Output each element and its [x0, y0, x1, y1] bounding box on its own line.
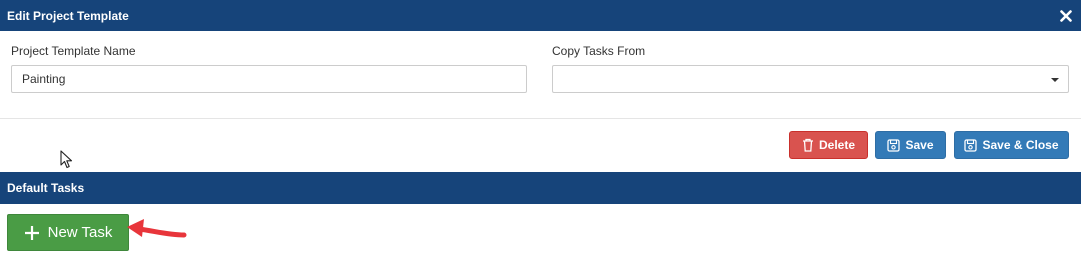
dialog-title: Edit Project Template: [7, 8, 129, 23]
mouse-pointer-icon: [60, 150, 73, 169]
copy-tasks-select[interactable]: [552, 65, 1069, 93]
new-task-label: New Task: [47, 224, 113, 241]
delete-button[interactable]: Delete: [789, 131, 868, 159]
close-icon[interactable]: [1058, 8, 1074, 24]
section-title: Default Tasks: [7, 181, 85, 195]
save-label: Save: [905, 138, 934, 152]
save-close-button[interactable]: Save & Close: [954, 131, 1069, 159]
trash-icon: [802, 138, 813, 152]
dialog-header: Edit Project Template: [0, 0, 1081, 31]
form-divider: [0, 118, 1081, 119]
save-icon: [964, 138, 978, 152]
template-name-input[interactable]: [11, 65, 527, 93]
annotation-arrow-icon: [127, 219, 187, 238]
delete-label: Delete: [818, 138, 856, 152]
save-icon: [887, 138, 901, 152]
save-button[interactable]: Save: [875, 131, 946, 159]
copy-tasks-label: Copy Tasks From: [552, 44, 646, 58]
template-name-label: Project Template Name: [11, 44, 136, 58]
new-task-button[interactable]: New Task: [7, 214, 129, 251]
default-tasks-header: Default Tasks: [0, 172, 1081, 204]
chevron-down-icon: [1051, 78, 1059, 82]
plus-icon: [24, 225, 39, 240]
save-close-label: Save & Close: [982, 138, 1059, 152]
